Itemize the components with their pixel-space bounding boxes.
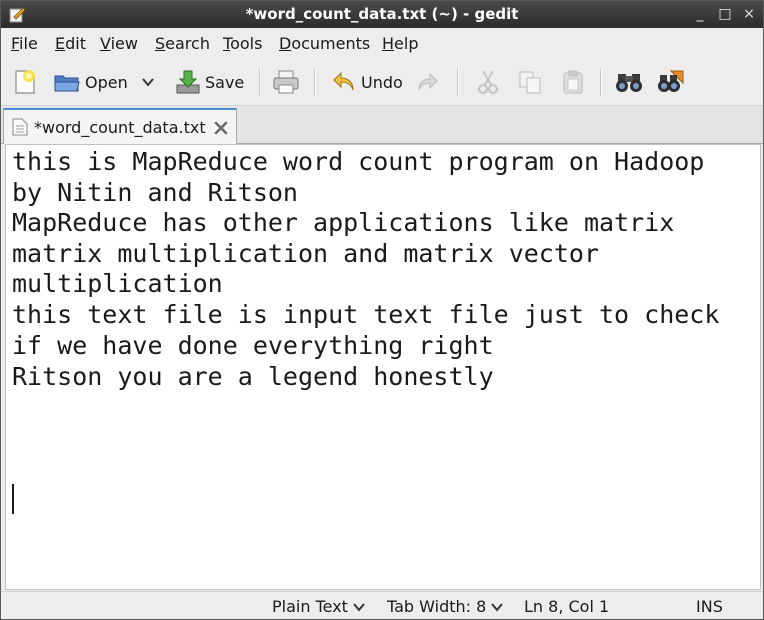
new-document-icon: [15, 70, 35, 94]
open-label: Open: [85, 72, 128, 92]
document-tab-strip: *word_count_data.txt: [1, 106, 763, 144]
save-button[interactable]: Save: [175, 66, 244, 98]
cut-button[interactable]: [475, 66, 501, 98]
undo-label: Undo: [361, 72, 403, 92]
menu-bar: File Edit View Search Tools Documents He…: [1, 28, 763, 58]
menu-tools[interactable]: Tools: [223, 34, 262, 53]
printer-icon: [273, 70, 299, 94]
maximize-button[interactable]: □: [715, 4, 735, 24]
redo-icon: [418, 72, 438, 91]
tab-word-count-data[interactable]: *word_count_data.txt: [3, 108, 237, 144]
chevron-down-icon: [142, 78, 154, 87]
minimize-button[interactable]: _: [690, 4, 710, 24]
menu-file[interactable]: File: [11, 34, 38, 53]
window-title: *word_count_data.txt (~) - gedit: [245, 5, 519, 23]
chevron-down-icon: [491, 603, 504, 612]
status-bar: Plain Text Tab Width: 8 Ln 8, Col 1 INS: [1, 591, 763, 619]
tab-label: *word_count_data.txt: [34, 118, 206, 137]
open-recent-dropdown[interactable]: [141, 66, 155, 98]
undo-button[interactable]: Undo: [331, 66, 403, 98]
text-cursor: [12, 484, 14, 514]
editor-line-6: this text file is input text file just t…: [12, 300, 720, 329]
toolbar-separator: [457, 68, 459, 96]
editor-line-7: if we have done everything right: [12, 331, 494, 360]
toolbar: Open Save Undo: [1, 58, 763, 106]
toolbar-separator: [600, 68, 602, 96]
find-replace-button[interactable]: [657, 66, 687, 98]
find-replace-icon: [658, 70, 684, 92]
editor-line-8: Ritson you are a legend honestly: [12, 362, 494, 391]
menu-view[interactable]: View: [100, 34, 138, 53]
tab-width-label: Tab Width:: [387, 597, 472, 616]
find-button[interactable]: [615, 66, 643, 98]
menu-documents[interactable]: Documents: [279, 34, 370, 53]
menu-edit[interactable]: Edit: [55, 34, 86, 53]
editor-line-5: multiplication: [12, 269, 223, 298]
print-button[interactable]: [272, 66, 300, 98]
open-button[interactable]: Open: [53, 66, 128, 98]
gedit-window: *word_count_data.txt (~) - gedit _ □ × F…: [0, 0, 764, 620]
redo-button[interactable]: [416, 66, 440, 98]
cut-icon: [478, 70, 498, 94]
binoculars-icon: [616, 74, 642, 92]
close-tab-icon[interactable]: [213, 120, 229, 136]
editor-line-1: this is MapReduce word count program on …: [12, 147, 705, 176]
undo-icon: [333, 71, 354, 91]
copy-button[interactable]: [517, 66, 543, 98]
editor-line-4: matrix multiplication and matrix vector: [12, 239, 599, 268]
toolbar-separator: [259, 68, 261, 96]
insert-mode-indicator: INS: [696, 597, 723, 616]
paste-button[interactable]: [560, 66, 586, 98]
copy-icon: [519, 71, 541, 94]
new-document-button[interactable]: [11, 66, 39, 98]
language-selector[interactable]: Plain Text: [272, 597, 365, 616]
text-editor[interactable]: this is MapReduce word count program on …: [5, 144, 761, 590]
title-bar[interactable]: *word_count_data.txt (~) - gedit _ □ ×: [1, 1, 763, 28]
save-label: Save: [205, 72, 245, 92]
menu-help[interactable]: Help: [382, 34, 418, 53]
chevron-down-icon: [353, 603, 365, 612]
paste-icon: [563, 70, 583, 94]
close-button[interactable]: ×: [739, 4, 759, 24]
folder-open-icon: [54, 75, 80, 92]
menu-search[interactable]: Search: [155, 34, 210, 53]
save-icon: [176, 70, 200, 94]
language-label: Plain Text: [272, 597, 348, 616]
tab-width-selector[interactable]: Tab Width: 8: [387, 597, 504, 616]
editor-line-2: by Nitin and Ritson: [12, 178, 298, 207]
editor-line-3: MapReduce has other applications like ma…: [12, 208, 675, 237]
toolbar-separator: [314, 68, 316, 96]
cursor-position: Ln 8, Col 1: [524, 597, 610, 616]
text-document-icon: [12, 118, 28, 136]
tab-width-value: 8: [476, 597, 487, 616]
